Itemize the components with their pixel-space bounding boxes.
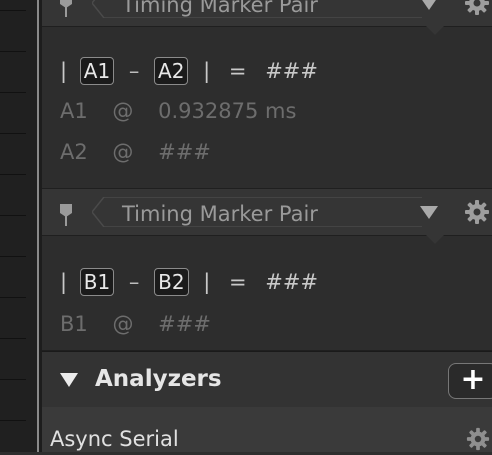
- marker-a-title: Timing Marker Pair: [122, 0, 318, 17]
- equals: =: [229, 270, 247, 294]
- marker-b-body: | B1 – B2 | = ### B1 @ ###: [42, 235, 492, 351]
- analyzer-item-label: Async Serial: [50, 427, 179, 451]
- marker-a-formula: | A1 – A2 | = ###: [60, 57, 318, 85]
- marker-b-title: Timing Marker Pair: [122, 202, 318, 226]
- marker-a-end-chip[interactable]: A2: [154, 57, 189, 85]
- at-sign: @: [112, 140, 134, 164]
- marker-b-start-chip[interactable]: B1: [79, 268, 115, 296]
- marker-a-header[interactable]: Timing Marker Pair: [42, 0, 492, 27]
- marker-a-line1: A1 @ 0.932875 ms: [60, 99, 296, 123]
- marker-b-end-chip[interactable]: B2: [154, 268, 189, 296]
- marker-b-tag[interactable]: Timing Marker Pair: [92, 197, 424, 227]
- header-notch: [426, 235, 444, 244]
- analyzers-title: Analyzers: [95, 366, 222, 392]
- bar-close: |: [203, 59, 211, 83]
- marker-b-formula: | B1 – B2 | = ###: [60, 268, 318, 296]
- bar-open: |: [60, 270, 68, 294]
- header-notch: [426, 26, 444, 35]
- dash: –: [128, 270, 140, 294]
- at-sign: @: [112, 312, 134, 336]
- strip-tick: [0, 10, 26, 11]
- marker-b-line1-label: B1: [60, 312, 88, 336]
- marker-a-line1-value: 0.932875 ms: [158, 99, 297, 123]
- strip-tick: [0, 92, 26, 93]
- marker-a-start-chip[interactable]: A1: [79, 57, 115, 85]
- gear-icon[interactable]: [466, 427, 490, 451]
- strip-tick: [0, 133, 26, 134]
- marker-b-line1: B1 @ ###: [60, 312, 211, 336]
- marker-a-line1-label: A1: [60, 99, 88, 123]
- strip-tick: [0, 297, 26, 298]
- marker-a-line2-value: ###: [158, 140, 211, 164]
- pin-icon[interactable]: [59, 0, 73, 18]
- timeline-edge-strip: [0, 0, 37, 452]
- strip-tick: [0, 256, 26, 257]
- expand-triangle-icon[interactable]: [60, 373, 78, 387]
- strip-tick: [0, 379, 26, 380]
- marker-a-tag[interactable]: Timing Marker Pair: [92, 0, 424, 18]
- dropdown-triangle-icon[interactable]: [420, 206, 438, 219]
- gear-icon[interactable]: [464, 199, 490, 225]
- equals: =: [228, 59, 247, 83]
- dropdown-triangle-icon[interactable]: [420, 0, 438, 10]
- add-analyzer-button[interactable]: +: [448, 363, 492, 399]
- marker-a-line2: A2 @ ###: [60, 140, 211, 164]
- analyzers-header[interactable]: Analyzers +: [42, 351, 492, 408]
- dash: –: [128, 59, 140, 83]
- marker-b-line1-value: ###: [158, 312, 211, 336]
- strip-tick: [0, 51, 26, 52]
- pin-icon[interactable]: [59, 203, 73, 227]
- analyzer-item[interactable]: Async Serial: [42, 407, 492, 452]
- marker-a-line2-label: A2: [60, 140, 88, 164]
- marker-a-result: ###: [265, 59, 318, 83]
- strip-tick: [0, 174, 26, 175]
- strip-tick: [0, 338, 26, 339]
- bar-open: |: [60, 59, 68, 83]
- strip-tick: [0, 215, 26, 216]
- marker-a-body: | A1 – A2 | = ### A1 @ 0.932875 ms A2 @ …: [42, 26, 492, 189]
- strip-tick: [0, 420, 26, 421]
- gear-icon[interactable]: [464, 0, 490, 16]
- at-sign: @: [112, 99, 134, 123]
- marker-b-result: ###: [265, 270, 319, 294]
- plus-icon: +: [460, 362, 486, 397]
- marker-b-header[interactable]: Timing Marker Pair: [42, 189, 492, 236]
- bar-close: |: [203, 270, 211, 294]
